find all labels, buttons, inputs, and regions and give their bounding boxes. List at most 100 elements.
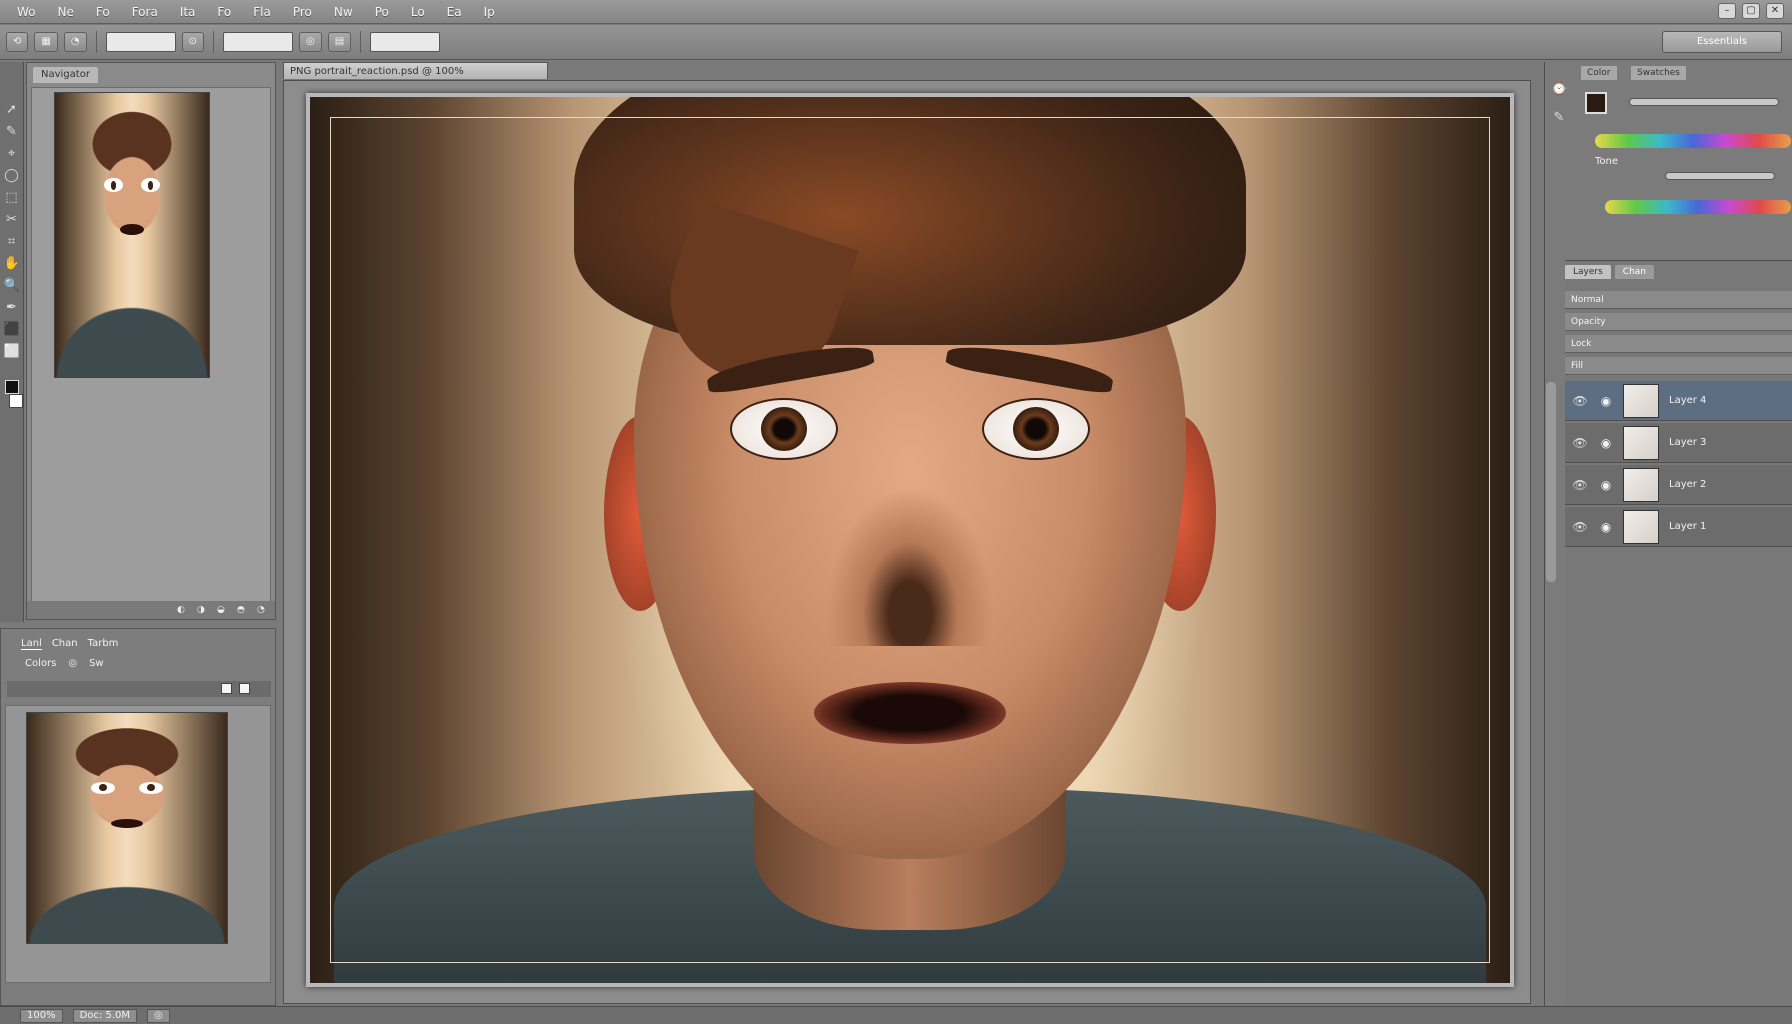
tab-channels[interactable]: Chan (1614, 265, 1655, 279)
target-button[interactable]: ⊙ (181, 32, 204, 52)
layer-link-icon[interactable]: ◉ (1595, 390, 1617, 412)
menu-item-4[interactable]: Fora (121, 0, 169, 24)
frame-tool-icon[interactable]: ⬜ (4, 344, 20, 360)
hue-slider[interactable] (1629, 98, 1779, 106)
workspace-button[interactable]: Essentials (1662, 31, 1782, 53)
layer-link-icon[interactable]: ◉ (1595, 432, 1617, 454)
zoom-in-icon[interactable]: ◒ (217, 605, 227, 615)
mode-input[interactable] (222, 32, 293, 52)
document-tab[interactable]: PNG portrait_reaction.psd @ 100% (283, 62, 548, 79)
history-icon[interactable]: ⌚ (1551, 82, 1567, 98)
tab-chan[interactable]: Chan (52, 638, 78, 650)
panel-menu-icon[interactable]: ◓ (237, 605, 247, 615)
swatches-tab[interactable]: Swatches (1631, 66, 1686, 80)
opacity-toggle-button[interactable]: ◔ (63, 32, 87, 52)
canvas-artwork[interactable] (310, 97, 1510, 983)
minimize-button[interactable]: – (1718, 3, 1736, 19)
blend-mode-row[interactable]: Normal (1565, 291, 1792, 309)
layer-name: Layer 3 (1669, 437, 1707, 448)
panel-close-icon[interactable]: ◔ (257, 605, 267, 615)
pencil-tool-icon[interactable]: ✎ (4, 124, 20, 140)
zoom-level[interactable]: 100% (20, 1008, 63, 1023)
target-icon[interactable]: ◎ (68, 658, 77, 669)
visibility-eye-icon[interactable]: 👁 (1565, 520, 1595, 534)
zoom-out-icon[interactable]: ◐ (177, 605, 187, 615)
tab-lanl[interactable]: Lanl (21, 638, 42, 650)
grid-tool-icon[interactable]: ⌗ (4, 234, 20, 250)
option-checkbox[interactable] (239, 683, 250, 694)
lock-row[interactable]: Lock (1565, 335, 1792, 353)
color-tab[interactable]: Color (1581, 66, 1617, 80)
menu-item-9[interactable]: Nw (323, 0, 364, 24)
menu-item-2[interactable]: Ne (47, 0, 85, 24)
visibility-eye-icon[interactable]: 👁 (1565, 478, 1595, 492)
maximize-button[interactable]: ▢ (1742, 3, 1760, 19)
flow-button[interactable]: ▤ (327, 32, 352, 52)
pen-tool-icon[interactable]: ✒ (4, 300, 20, 316)
menu-item-10[interactable]: Po (364, 0, 400, 24)
layer-name: Layer 1 (1669, 521, 1707, 532)
foreground-color-swatch[interactable] (4, 380, 19, 394)
shape-tool-icon[interactable]: ⬛ (4, 322, 20, 338)
document-area[interactable] (283, 80, 1531, 1004)
document-info[interactable]: Doc: 5.0M (72, 1008, 137, 1023)
dock-icon-column: ⌚ ✎ (1551, 82, 1567, 126)
menu-item-11[interactable]: Lo (400, 0, 436, 24)
layer-row[interactable]: 👁 ◉ Layer 4 (1565, 381, 1792, 421)
menu-item-12[interactable]: Ea (436, 0, 473, 24)
zoom-fit-icon[interactable]: ◑ (197, 605, 207, 615)
layer-row[interactable]: 👁 ◉ Layer 2 (1565, 465, 1792, 505)
close-button[interactable]: ✕ (1766, 3, 1784, 19)
menu-item-8[interactable]: Pro (282, 0, 323, 24)
option-checkbox[interactable] (221, 683, 232, 694)
layer-link-icon[interactable]: ◉ (1595, 474, 1617, 496)
info-icon[interactable]: ◎ (147, 1008, 170, 1023)
sample-input[interactable] (370, 32, 441, 52)
menu-item-1[interactable]: Wo (6, 0, 47, 24)
options-bar: ⟲ ▦ ◔ ⊙ ◎ ▤ Essentials (0, 25, 1792, 60)
color-spectrum-bar-2[interactable] (1605, 200, 1791, 214)
layer-thumbnail (1623, 509, 1659, 544)
tab-layers[interactable]: Layers (1565, 265, 1611, 279)
layer-name: Layer 2 (1669, 479, 1707, 490)
zoom-tool-icon[interactable]: 🔍 (4, 278, 20, 294)
navigator-thumbnail (54, 92, 210, 378)
lock-label: Lock (1571, 338, 1592, 349)
thumb-eye-icon (91, 782, 115, 794)
visibility-eye-icon[interactable]: 👁 (1565, 394, 1595, 408)
layer-link-icon[interactable]: ◉ (1595, 516, 1617, 538)
marquee-tool-icon[interactable]: ⬚ (4, 190, 20, 206)
tab-tarbm[interactable]: Tarbm (88, 638, 119, 650)
menu-item-13[interactable]: Ip (473, 0, 506, 24)
brush-settings-icon[interactable]: ✎ (1551, 110, 1567, 126)
history-preview[interactable] (5, 705, 271, 983)
history-panel: Lanl Chan Tarbm Colors ◎ Sw (0, 628, 276, 1006)
hand-tool-icon[interactable]: ✋ (4, 256, 20, 272)
navigator-tab[interactable]: Navigator (33, 67, 98, 83)
current-color-swatch[interactable] (1585, 92, 1607, 114)
artwork-border-line (330, 117, 1490, 963)
tone-slider[interactable] (1665, 172, 1775, 180)
right-dock: Color Swatches ⌚ ✎ Tone Layers Chan Norm… (1544, 62, 1792, 1024)
tool-preset-button[interactable]: ⟲ (6, 32, 29, 52)
menu-item-3[interactable]: Fo (85, 0, 121, 24)
airbrush-button[interactable]: ◎ (298, 32, 322, 52)
ellipse-tool-icon[interactable]: ◯ (4, 168, 20, 184)
brush-mode-button[interactable]: ▦ (34, 32, 58, 52)
fill-row[interactable]: Fill (1565, 357, 1792, 375)
layer-row[interactable]: 👁 ◉ Layer 1 (1565, 507, 1792, 547)
dock-scrollbar[interactable] (1546, 382, 1556, 582)
navigator-preview[interactable] (31, 87, 271, 603)
scissors-tool-icon[interactable]: ✂ (4, 212, 20, 228)
menu-item-7[interactable]: Fla (242, 0, 282, 24)
background-color-swatch[interactable] (8, 394, 23, 408)
color-spectrum-bar[interactable] (1595, 134, 1791, 148)
layer-row[interactable]: 👁 ◉ Layer 3 (1565, 423, 1792, 463)
move-tool-icon[interactable]: ➚ (4, 102, 20, 118)
visibility-eye-icon[interactable]: 👁 (1565, 436, 1595, 450)
menu-item-6[interactable]: Fo (206, 0, 242, 24)
size-input[interactable] (105, 32, 176, 52)
menu-item-5[interactable]: Ita (169, 0, 207, 24)
opacity-row[interactable]: Opacity (1565, 313, 1792, 331)
crosshair-tool-icon[interactable]: ⌖ (4, 146, 20, 162)
